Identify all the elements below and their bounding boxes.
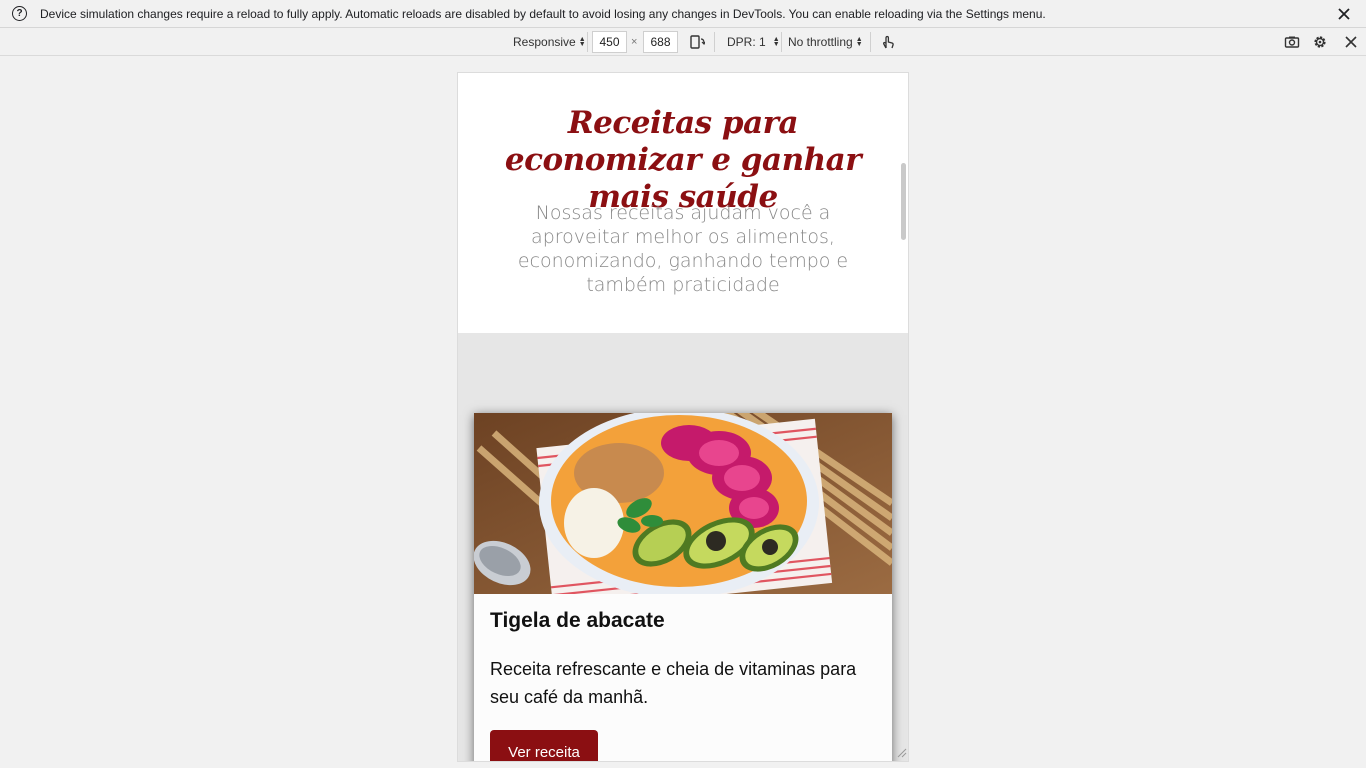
infobar-close-button[interactable]: [1334, 4, 1354, 24]
close-device-toolbar-button[interactable]: [1341, 32, 1361, 52]
device-toolbar: Responsive ▲ ▼ 450 × 688 DPR: 1 ▲ ▼ No thr…: [0, 28, 1366, 56]
avocado-bowl-illustration: [474, 413, 892, 594]
select-arrows-icon: ▲ ▼: [772, 36, 780, 48]
height-input[interactable]: 688: [643, 31, 678, 53]
divider: [587, 32, 588, 52]
scrollbar-thumb[interactable]: [901, 163, 906, 240]
recipe-title: Tigela de abacate: [490, 609, 665, 632]
devtools-infobar: ? Device simulation changes require a re…: [0, 0, 1366, 28]
throttling-label: No throttling: [788, 35, 853, 49]
width-input[interactable]: 450: [592, 31, 627, 53]
page-title: Receitas para economizar e ganhar mais s…: [504, 105, 862, 215]
device-mode-label: Responsive: [513, 35, 576, 49]
infobar-message: Device simulation changes require a relo…: [40, 6, 1046, 21]
recipe-card: Tigela de abacate Receita refrescante e …: [474, 413, 892, 761]
divider: [870, 32, 871, 52]
select-arrows-icon: ▲ ▼: [855, 36, 863, 48]
camera-icon: [1284, 36, 1300, 48]
gear-icon: [1314, 36, 1326, 48]
select-arrows-icon: ▲ ▼: [578, 36, 586, 48]
page-subtitle: Nossas receitas ajudam você a aproveitar…: [517, 202, 849, 296]
dimension-separator: ×: [631, 36, 638, 48]
recipe-description: Receita refrescante e cheia de vitaminas…: [490, 659, 857, 707]
dpr-label: DPR: 1: [727, 35, 766, 49]
emulated-viewport: Receitas para economizar e ganhar mais s…: [458, 73, 908, 761]
rotate-icon: [690, 35, 705, 49]
view-recipe-button[interactable]: Ver receita: [490, 730, 598, 761]
divider: [714, 32, 715, 52]
settings-button[interactable]: [1310, 32, 1330, 52]
dpr-select[interactable]: DPR: 1 ▲ ▼: [727, 28, 780, 56]
rotate-button[interactable]: [687, 32, 707, 52]
resize-handle-icon[interactable]: [897, 748, 907, 758]
divider: [781, 32, 782, 52]
touch-toggle-button[interactable]: [878, 32, 898, 52]
recipe-image: [474, 413, 892, 594]
question-circle-icon[interactable]: ?: [12, 6, 27, 21]
close-icon: [1345, 36, 1357, 48]
throttling-select[interactable]: No throttling ▲ ▼: [788, 28, 863, 56]
device-mode-select[interactable]: Responsive ▲ ▼: [513, 28, 586, 56]
close-icon: [1338, 7, 1350, 20]
touch-icon: [883, 35, 894, 49]
screenshot-button[interactable]: [1282, 32, 1302, 52]
hero-section: Receitas para economizar e ganhar mais s…: [458, 73, 908, 333]
